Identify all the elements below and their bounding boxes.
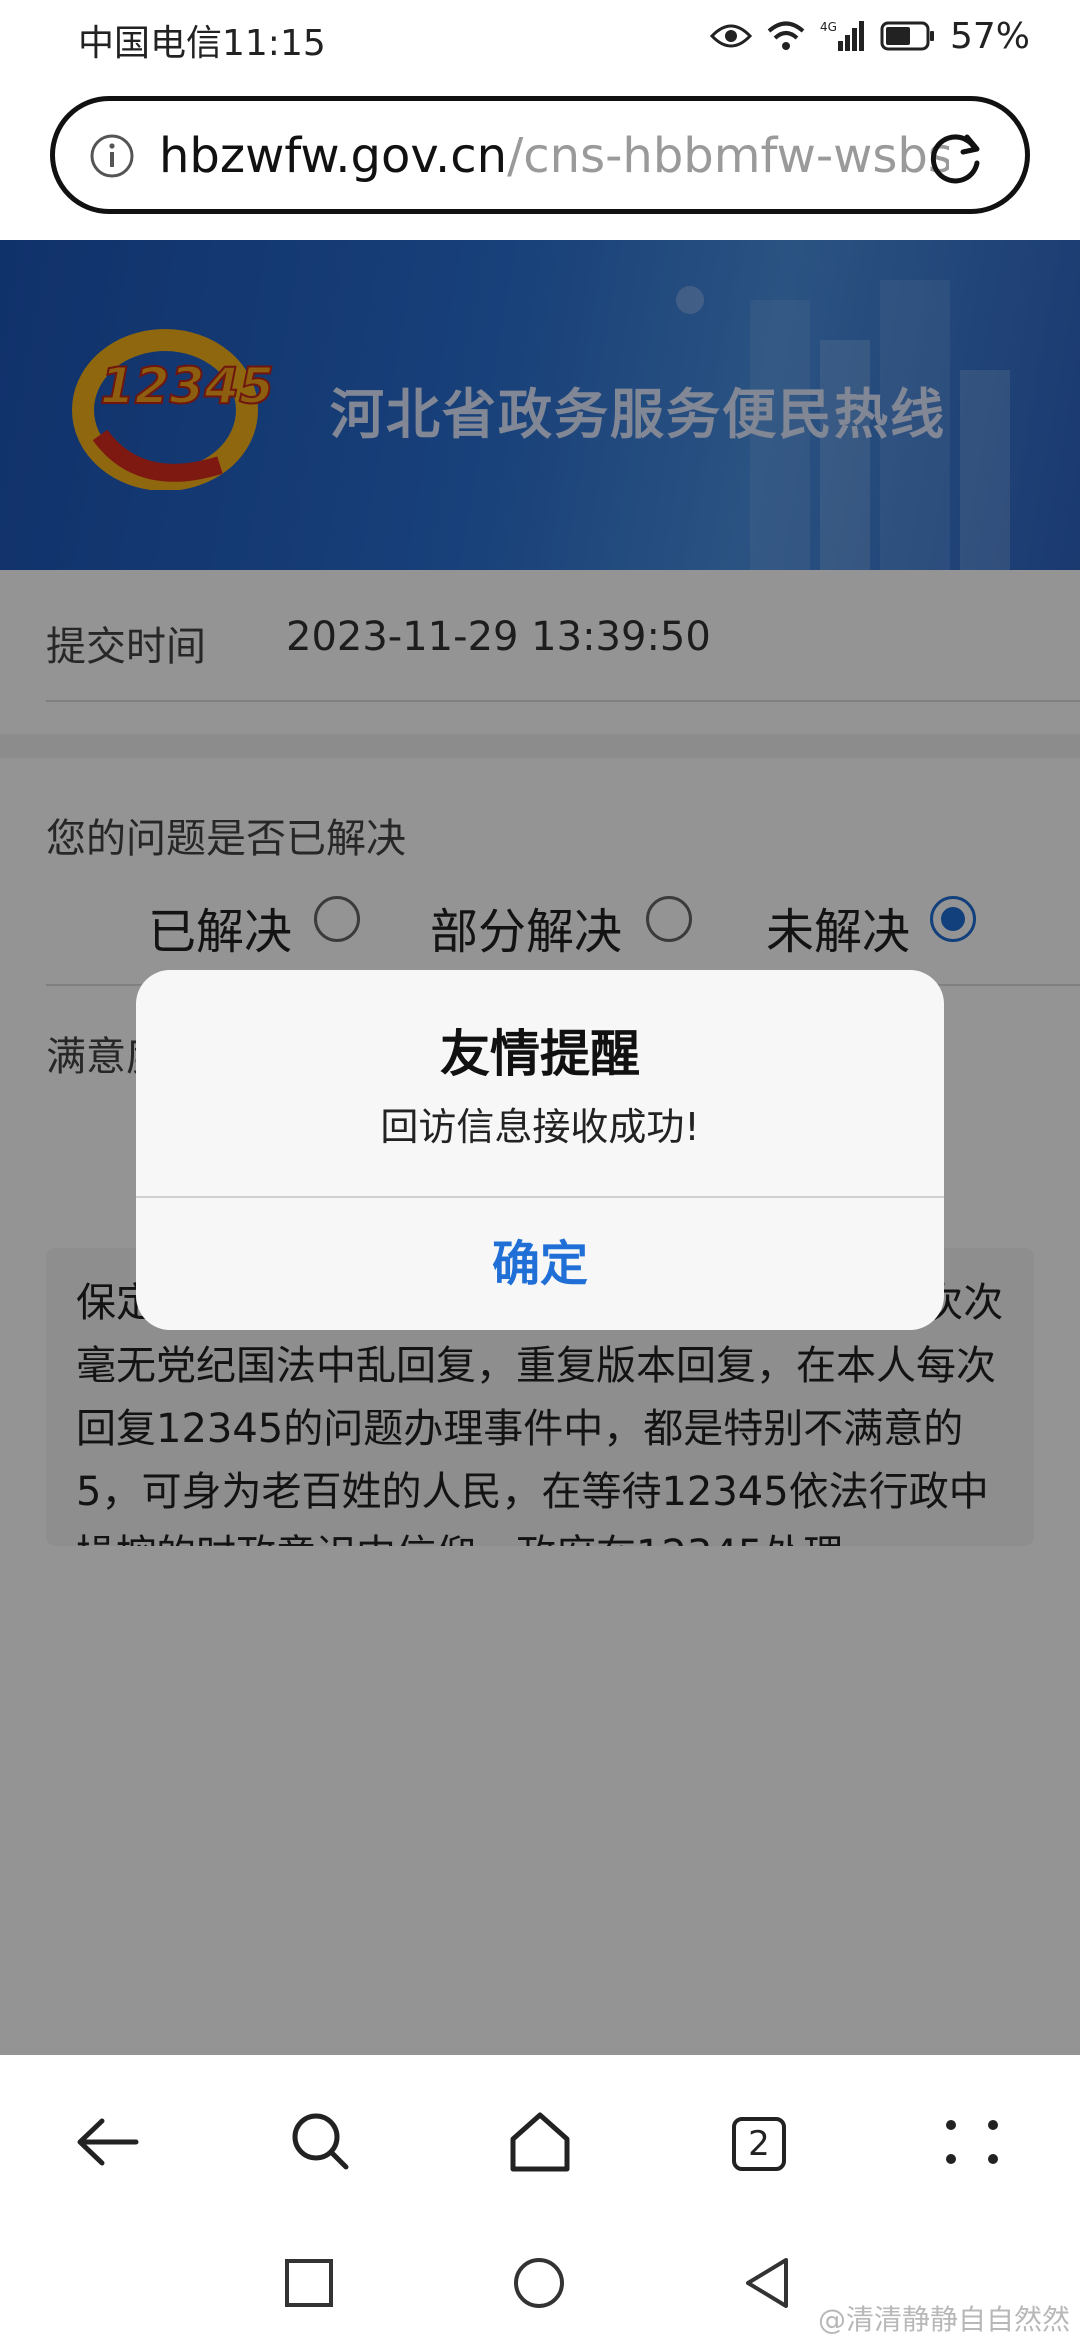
system-navigation-bar: @清清静静自自然然 bbox=[0, 2230, 1080, 2340]
signal-icon: 4G bbox=[820, 20, 864, 51]
tabs-button[interactable]: 2 bbox=[718, 2107, 788, 2177]
status-icons: 4G 57% bbox=[709, 14, 1030, 58]
carrier-time: 中国电信11:15 bbox=[78, 23, 326, 64]
back-triangle-icon[interactable] bbox=[742, 2256, 792, 2310]
back-arrow-icon[interactable] bbox=[72, 2107, 142, 2177]
watermark: @清清静静自自然然 bbox=[817, 2303, 1070, 2336]
wifi-icon bbox=[767, 21, 805, 50]
alert-dialog: 友情提醒 回访信息接收成功! 确定 bbox=[136, 970, 944, 1330]
home-icon[interactable] bbox=[505, 2107, 575, 2177]
battery-percent: 57% bbox=[949, 15, 1030, 57]
home-circle-icon[interactable] bbox=[512, 2256, 566, 2310]
svg-text:4G: 4G bbox=[820, 20, 837, 34]
eye-icon bbox=[709, 24, 752, 48]
url-text[interactable]: hbzwfw.gov.cn/cns-hbbmfw-wsbs bbox=[159, 123, 949, 189]
status-bar: 中国电信11:15 4G 57% bbox=[0, 0, 1080, 80]
recents-square-icon[interactable] bbox=[284, 2258, 334, 2308]
info-icon[interactable] bbox=[89, 133, 135, 179]
url-path: /cns-hbbmfw-wsbs bbox=[507, 128, 949, 184]
more-menu-icon[interactable] bbox=[937, 2107, 1007, 2177]
confirm-button[interactable]: 确定 bbox=[136, 1198, 944, 1330]
reload-icon[interactable] bbox=[925, 127, 987, 189]
dialog-message: 回访信息接收成功! bbox=[380, 1105, 700, 1149]
address-bar[interactable]: hbzwfw.gov.cn/cns-hbbmfw-wsbs bbox=[50, 96, 1030, 214]
dialog-title: 友情提醒 bbox=[440, 1025, 640, 1083]
browser-toolbar: 2 bbox=[0, 2055, 1080, 2230]
search-icon[interactable] bbox=[286, 2107, 356, 2177]
battery-icon bbox=[880, 21, 934, 51]
tabs-count: 2 bbox=[732, 2117, 786, 2171]
url-host: hbzwfw.gov.cn bbox=[159, 128, 508, 184]
